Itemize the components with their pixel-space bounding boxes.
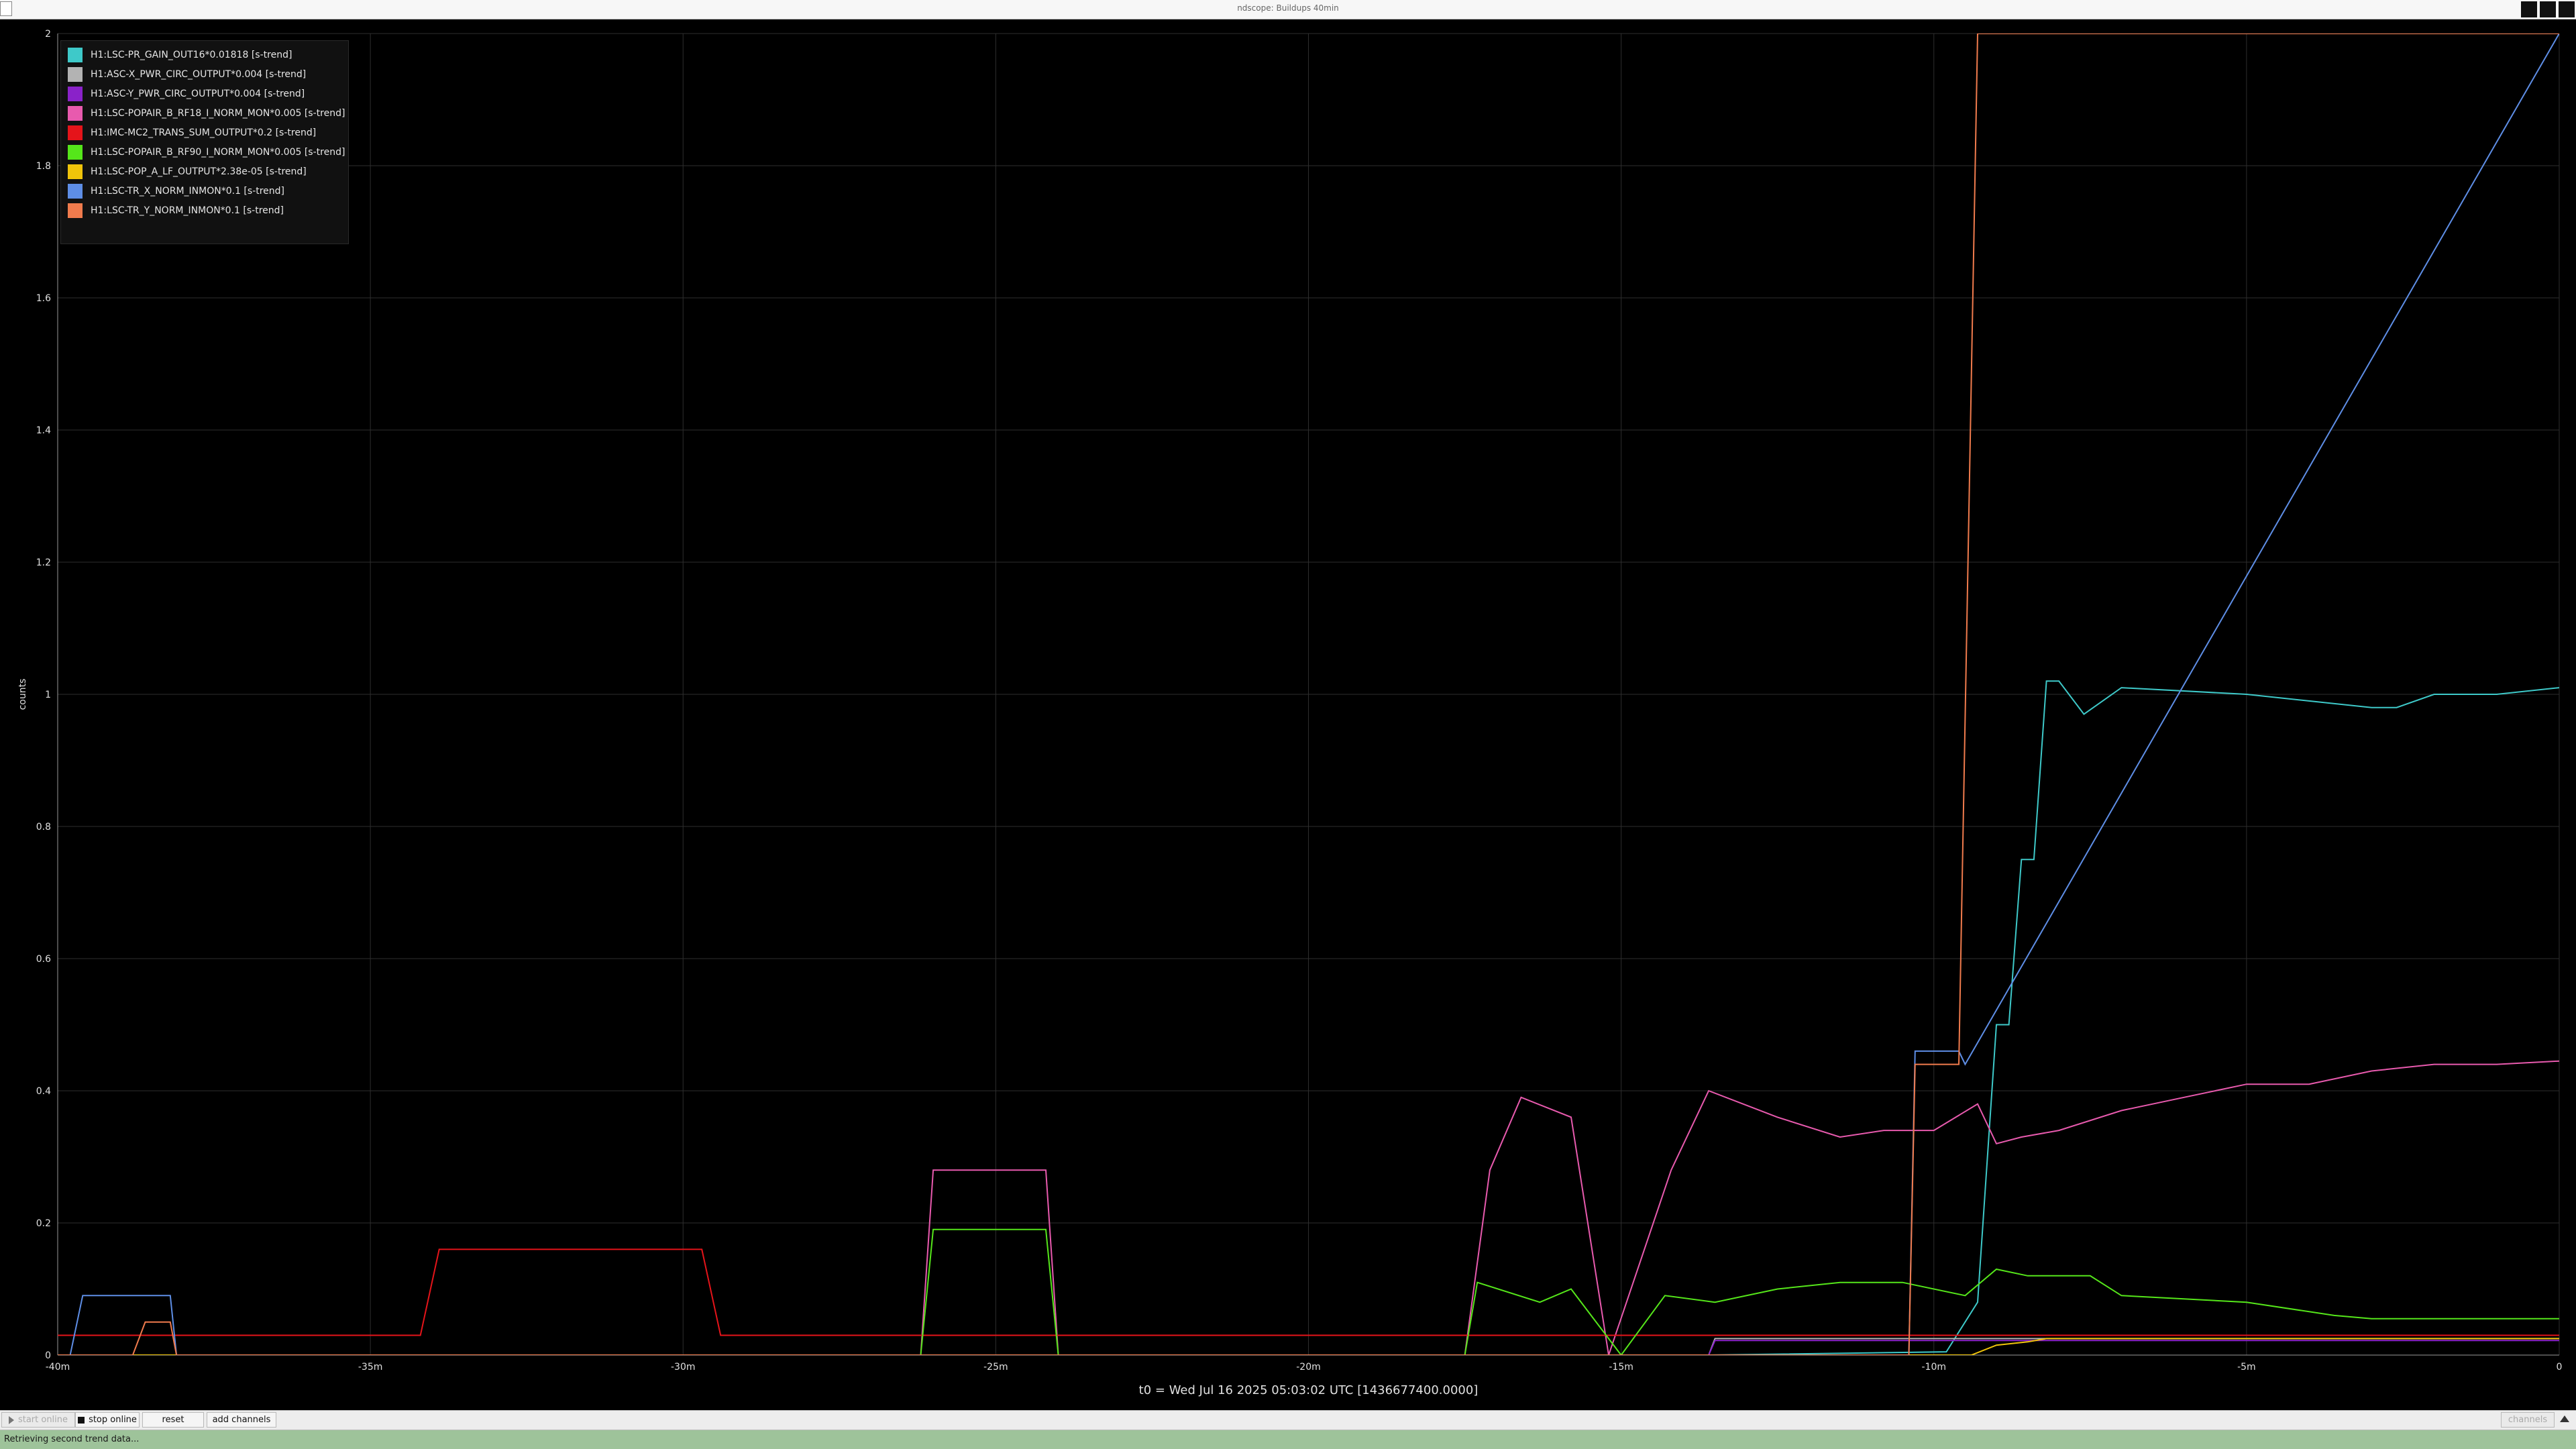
x-tick-label: -35m	[358, 1362, 383, 1373]
minimize-icon[interactable]	[2521, 1, 2537, 17]
y-axis-label: counts	[17, 679, 28, 710]
start-online-label: start online	[17, 1415, 68, 1425]
reset-label: reset	[162, 1415, 184, 1425]
y-tick-label: 1.6	[36, 293, 51, 304]
legend-item[interactable]: H1:ASC-X_PWR_CIRC_OUTPUT*0.004 [s-trend]	[68, 64, 341, 84]
channels-button[interactable]: channels	[2501, 1412, 2555, 1428]
legend-swatch	[68, 203, 83, 218]
y-tick-label: 2	[45, 29, 51, 40]
legend-item[interactable]: H1:ASC-Y_PWR_CIRC_OUTPUT*0.004 [s-trend]	[68, 84, 341, 103]
legend-item[interactable]: H1:LSC-TR_X_NORM_INMON*0.1 [s-trend]	[68, 181, 341, 201]
legend: H1:LSC-PR_GAIN_OUT16*0.01818 [s-trend] H1…	[60, 40, 349, 244]
y-tick-label: 1.2	[36, 557, 51, 568]
legend-item[interactable]: H1:LSC-POPAIR_B_RF90_I_NORM_MON*0.005 [s…	[68, 142, 345, 162]
legend-label: H1:LSC-POP_A_LF_OUTPUT*2.38e-05 [s-trend…	[91, 166, 307, 177]
add-channels-button[interactable]: add channels	[207, 1412, 276, 1428]
legend-swatch	[68, 144, 83, 160]
x-tick-label: -40m	[46, 1362, 70, 1373]
play-icon	[8, 1415, 14, 1424]
legend-swatch	[68, 105, 83, 121]
y-tick-label: 0.8	[36, 822, 51, 833]
legend-swatch	[68, 86, 83, 101]
reset-button[interactable]: reset	[142, 1412, 204, 1428]
trend-plot[interactable]: -40m -35m -30m -25m -20m -15m -10m -5m 0 0 0.2 0.4 0…	[0, 20, 2576, 1402]
x-axis-label: t0 = Wed Jul 16 2025 05:03:02 UTC [14366…	[1139, 1383, 1479, 1397]
close-icon[interactable]	[2559, 1, 2575, 17]
legend-item[interactable]: H1:IMC-MC2_TRANS_SUM_OUTPUT*0.2 [s-trend…	[68, 123, 341, 142]
plot-area[interactable]: -40m -35m -30m -25m -20m -15m -10m -5m 0 0 0.2 0.4 0…	[0, 20, 2576, 1402]
y-tick-label: 1.8	[36, 161, 51, 172]
x-tick-label: -10m	[1921, 1362, 1946, 1373]
legend-item[interactable]: H1:LSC-POP_A_LF_OUTPUT*2.38e-05 [s-trend…	[68, 162, 341, 181]
legend-swatch	[68, 47, 83, 62]
x-tick-label: -15m	[1609, 1362, 1633, 1373]
legend-label: H1:LSC-TR_X_NORM_INMON*0.1 [s-trend]	[91, 185, 285, 197]
window-title: ndscope: Buildups 40min	[1237, 3, 1339, 13]
toolbar: start online stop online reset add chann…	[0, 1410, 2576, 1430]
legend-swatch	[68, 164, 83, 179]
legend-label: H1:LSC-POPAIR_B_RF90_I_NORM_MON*0.005 [s…	[91, 146, 345, 158]
legend-swatch	[68, 125, 83, 140]
y-tick-label: 1.4	[36, 425, 51, 436]
legend-swatch	[68, 183, 83, 199]
legend-label: H1:LSC-POPAIR_B_RF18_I_NORM_MON*0.005 [s…	[91, 107, 345, 119]
y-tick-label: 1	[45, 690, 51, 700]
maximize-icon[interactable]	[2540, 1, 2556, 17]
y-tick-label: 0	[45, 1350, 51, 1361]
channels-label: channels	[2508, 1415, 2548, 1425]
stop-online-label: stop online	[89, 1415, 137, 1425]
add-channels-label: add channels	[212, 1415, 271, 1425]
status-bar: Retrieving second trend data...	[0, 1430, 2576, 1449]
y-tick-label: 0.6	[36, 954, 51, 965]
x-tick-label: -25m	[983, 1362, 1008, 1373]
legend-item[interactable]: H1:LSC-POPAIR_B_RF18_I_NORM_MON*0.005 [s…	[68, 103, 345, 123]
y-tick-label: 0.2	[36, 1218, 51, 1229]
legend-label: H1:ASC-Y_PWR_CIRC_OUTPUT*0.004 [s-trend]	[91, 88, 305, 99]
stop-icon	[78, 1416, 85, 1424]
x-tick-label: -5m	[2237, 1362, 2256, 1373]
x-tick-label: -20m	[1296, 1362, 1321, 1373]
start-online-button[interactable]: start online	[1, 1412, 75, 1428]
x-tick-label: -30m	[671, 1362, 696, 1373]
y-tick-label: 0.4	[36, 1086, 51, 1097]
x-tick-label: 0	[2557, 1362, 2563, 1373]
legend-label: H1:LSC-TR_Y_NORM_INMON*0.1 [s-trend]	[91, 205, 284, 216]
stop-online-button[interactable]: stop online	[75, 1412, 140, 1428]
legend-swatch	[68, 66, 83, 82]
title-bar: ndscope: Buildups 40min	[0, 0, 2576, 19]
legend-label: H1:ASC-X_PWR_CIRC_OUTPUT*0.004 [s-trend]	[91, 68, 307, 80]
status-text: Retrieving second trend data...	[4, 1434, 140, 1444]
legend-label: H1:LSC-PR_GAIN_OUT16*0.01818 [s-trend]	[91, 49, 292, 60]
legend-item[interactable]: H1:LSC-PR_GAIN_OUT16*0.01818 [s-trend]	[68, 45, 341, 64]
legend-item[interactable]: H1:LSC-TR_Y_NORM_INMON*0.1 [s-trend]	[68, 201, 341, 220]
corner-arrow-icon[interactable]	[2560, 1415, 2569, 1422]
legend-label: H1:IMC-MC2_TRANS_SUM_OUTPUT*0.2 [s-trend…	[91, 127, 317, 138]
